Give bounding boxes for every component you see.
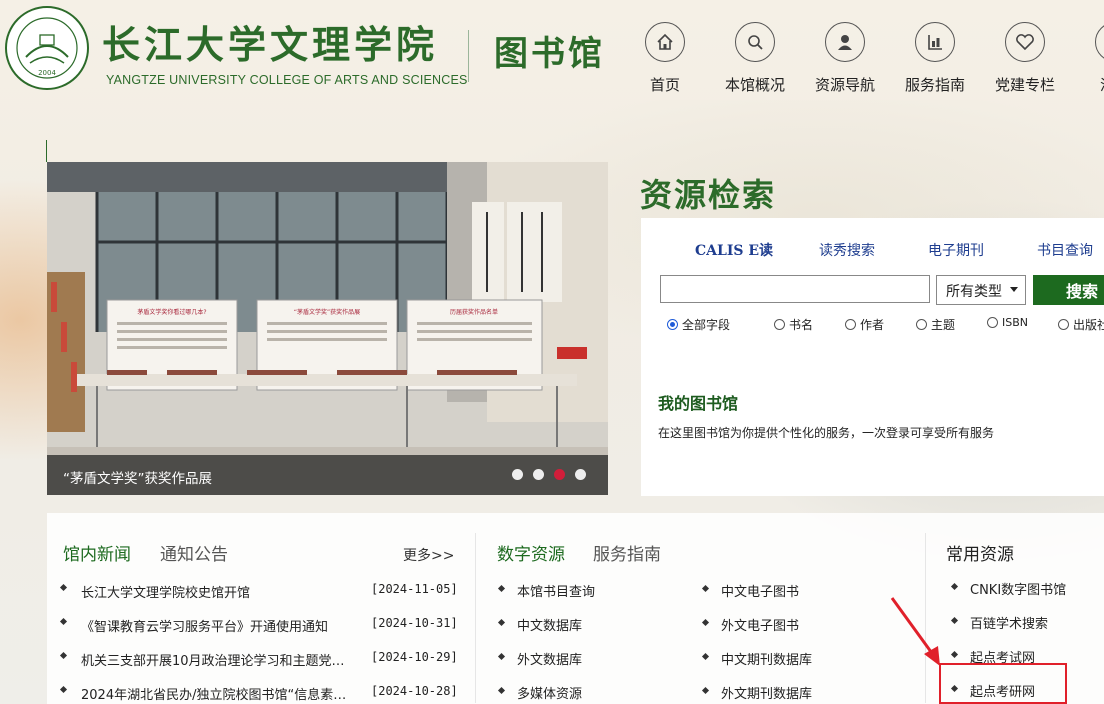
search-input[interactable] (660, 275, 930, 303)
bullet-icon (950, 582, 959, 591)
bullet-icon (59, 617, 68, 626)
annotation-arrow-icon (890, 597, 940, 666)
type-select-value: 所有类型 (946, 284, 1002, 300)
board-title-1: 茅盾文学奖你看过哪几本? (137, 308, 206, 316)
nav-item-party[interactable]: 党建专栏 (980, 22, 1070, 102)
main-nav: 首页 本馆概况 资源导航 服务指南 党建专栏 (620, 22, 1104, 102)
radio-icon (916, 319, 927, 330)
radio-icon (1058, 319, 1069, 330)
bullet-icon (59, 685, 68, 694)
radio-icon (845, 319, 856, 330)
search-button[interactable]: 搜索 (1033, 275, 1104, 305)
accent-line (46, 140, 47, 162)
nav-label: 服务指南 (904, 76, 965, 94)
bullet-icon (497, 686, 506, 695)
hero-carousel[interactable]: 茅盾文学奖你看过哪几本? “茅盾文学奖”获奖作品展 历届获奖作品名单 “茅盾文学… (47, 162, 608, 495)
radio-icon (987, 317, 998, 328)
carousel-dots (512, 469, 586, 480)
tab-library-news[interactable]: 馆内新闻 (63, 540, 131, 565)
person-icon (825, 22, 865, 62)
search-section-title: 资源检索 (640, 176, 777, 214)
nav-label: 首页 (649, 76, 680, 94)
library-title: 图书馆 (494, 34, 605, 74)
tab-calis[interactable]: CALIS E读 (695, 240, 773, 260)
home-icon (645, 22, 685, 62)
nav-label: 党建专栏 (994, 76, 1055, 94)
nav-label: 资源导航 (814, 76, 875, 94)
bullet-icon (701, 584, 710, 593)
tab-ejournal[interactable]: 电子期刊 (928, 240, 984, 260)
annotation-highlight-box (939, 663, 1067, 704)
radio-author[interactable]: 作者 (845, 316, 884, 333)
my-library-description: 在这里图书馆为你提供个性化的服务，一次登录可享受所有服务 (658, 426, 995, 440)
chart-icon (915, 22, 955, 62)
bullet-icon (497, 652, 506, 661)
tab-service-guide[interactable]: 服务指南 (593, 540, 661, 565)
radio-title[interactable]: 书名 (774, 316, 813, 333)
bullet-icon (497, 584, 506, 593)
nav-label: 本馆概况 (724, 76, 785, 94)
bullet-icon (701, 686, 710, 695)
carousel-dot-4[interactable] (575, 469, 586, 480)
news-more-link[interactable]: 更多>> (403, 545, 454, 565)
nav-item-resources[interactable]: 资源导航 (800, 22, 890, 102)
bullet-icon (950, 616, 959, 625)
circle-icon (1095, 22, 1104, 62)
radio-subject[interactable]: 主题 (916, 316, 955, 333)
radio-selected-icon (667, 319, 678, 330)
nav-item-service[interactable]: 服务指南 (890, 22, 980, 102)
radio-isbn[interactable]: ISBN (987, 316, 1028, 329)
carousel-dot-2[interactable] (533, 469, 544, 480)
school-seal-logo[interactable]: 2004 (4, 5, 90, 91)
column-divider (475, 533, 476, 703)
svg-text:2004: 2004 (38, 69, 56, 77)
bullet-icon (701, 618, 710, 627)
nav-item-home[interactable]: 首页 (620, 22, 710, 102)
heart-icon (1005, 22, 1045, 62)
radio-icon (774, 319, 785, 330)
school-name-cn: 长江大学文理学院 (102, 22, 439, 67)
type-select[interactable]: 所有类型 (936, 275, 1026, 305)
search-icon (735, 22, 775, 62)
school-name-en: YANGTZE UNIVERSITY COLLEGE OF ARTS AND S… (106, 73, 468, 87)
tab-notices[interactable]: 通知公告 (160, 540, 228, 565)
bullet-icon (497, 618, 506, 627)
exhibition-photo: 茅盾文学奖你看过哪几本? “茅盾文学奖”获奖作品展 历届获奖作品名单 (47, 162, 608, 495)
nav-item-overview[interactable]: 本馆概况 (710, 22, 800, 102)
board-title-2: “茅盾文学奖”获奖作品展 (294, 308, 360, 316)
bullet-icon (59, 583, 68, 592)
site-header: 2004 长江大学文理学院 YANGTZE UNIVERSITY COLLEGE… (0, 0, 1104, 100)
common-resources-title: 常用资源 (946, 545, 1014, 565)
carousel-caption-bar: “茅盾文学奖”获奖作品展 (47, 455, 608, 495)
bullet-icon (59, 651, 68, 660)
bullet-icon (950, 650, 959, 659)
tab-catalog[interactable]: 书目查询 (1037, 240, 1093, 260)
carousel-dot-3[interactable] (554, 469, 565, 480)
radio-publisher[interactable]: 出版社 (1058, 316, 1104, 333)
header-divider (468, 30, 469, 82)
carousel-caption[interactable]: “茅盾文学奖”获奖作品展 (63, 467, 212, 487)
bullet-icon (701, 652, 710, 661)
radio-all-fields[interactable]: 全部字段 (667, 316, 730, 333)
chevron-down-icon (1010, 287, 1018, 292)
nav-item-more[interactable]: 洋池 (1070, 22, 1104, 102)
my-library-title[interactable]: 我的图书馆 (658, 390, 738, 414)
tab-duxiu[interactable]: 读秀搜索 (819, 240, 875, 260)
tab-digital-resources[interactable]: 数字资源 (497, 540, 565, 565)
board-title-3: 历届获奖作品名单 (450, 308, 498, 316)
nav-label: 洋池 (1070, 74, 1104, 95)
carousel-dot-1[interactable] (512, 469, 523, 480)
search-panel: CALIS E读 读秀搜索 电子期刊 书目查询 所有类型 搜索 全部字段 书名 … (641, 218, 1104, 496)
